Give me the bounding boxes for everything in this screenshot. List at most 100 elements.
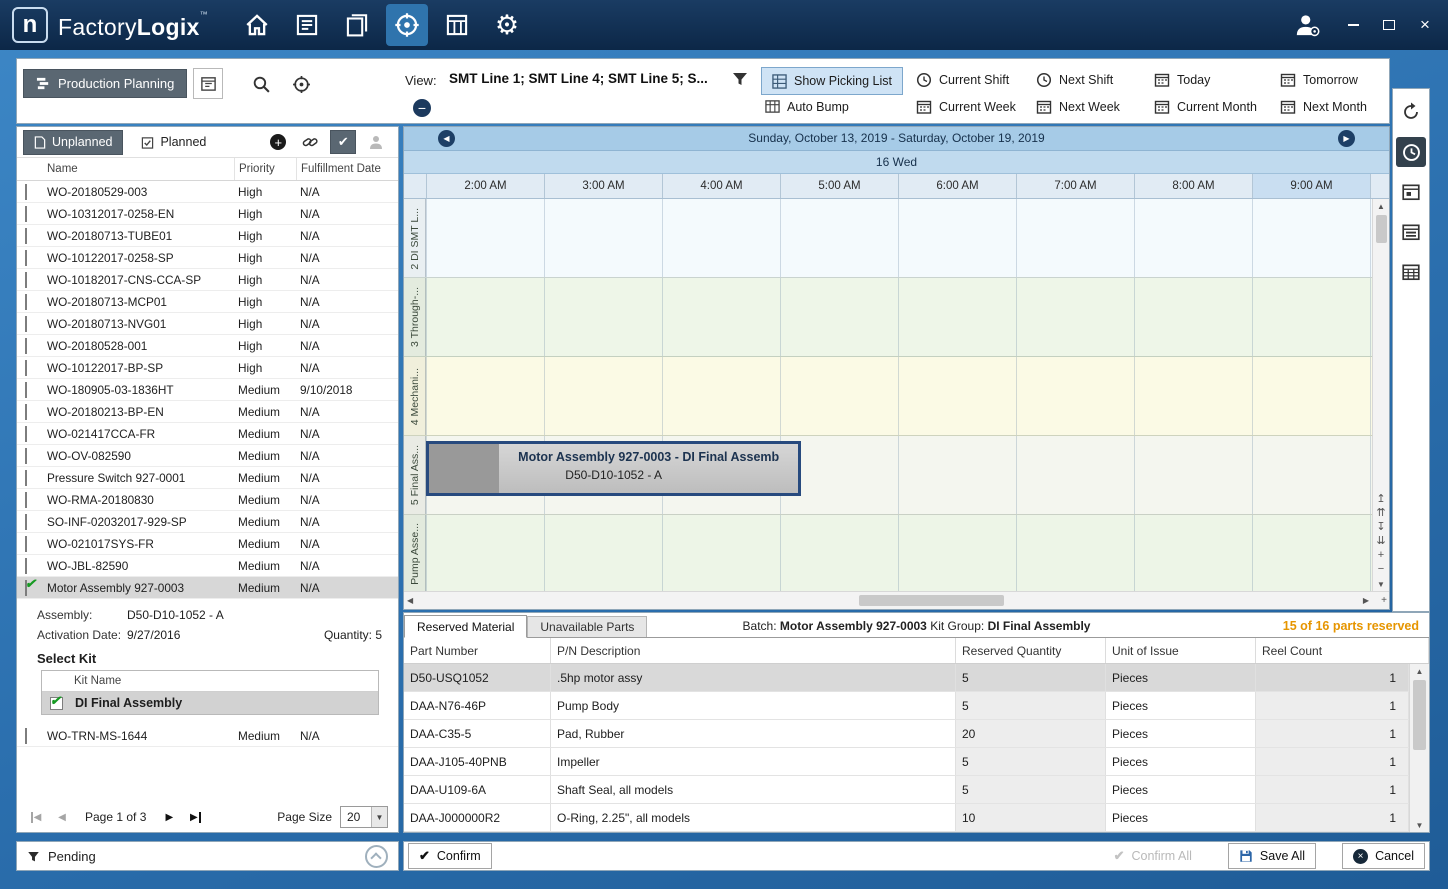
scroll-right-icon[interactable]: ▶ (1363, 594, 1369, 608)
material-scrollbar[interactable]: ▲ ▼ (1409, 664, 1429, 832)
range-button[interactable]: Next Shift (1035, 67, 1145, 92)
zoom-in-icon[interactable]: + (1381, 595, 1387, 606)
gantt-lane-body[interactable] (426, 278, 1372, 356)
confirm-button[interactable]: ✔ Confirm (408, 843, 492, 869)
tab-reserved-material[interactable]: Reserved Material (404, 615, 527, 638)
column-description[interactable]: P/N Description (551, 638, 956, 663)
next-page-icon[interactable]: ▶ (160, 809, 178, 825)
work-order-row[interactable]: WO-TRN-MS-1644 Medium N/A (17, 725, 398, 747)
scroll-to-top-icon[interactable]: ↥ (1376, 494, 1385, 505)
target-icon[interactable] (289, 72, 313, 96)
page-down-icon[interactable]: ⇊ (1376, 536, 1385, 547)
search-icon[interactable] (249, 72, 273, 96)
month-view-icon[interactable] (1396, 257, 1426, 287)
gantt-lane-label[interactable]: 3 Through-... (404, 278, 426, 356)
column-name[interactable]: Name (43, 158, 234, 180)
planning-board-button[interactable] (193, 68, 223, 99)
work-order-row[interactable]: WO-JBL-82590 Medium N/A (17, 555, 398, 577)
week-view-icon[interactable] (1396, 217, 1426, 247)
minimize-button[interactable] (1342, 14, 1364, 36)
row-checkbox[interactable] (25, 360, 27, 376)
work-order-row[interactable]: WO-021017SYS-FR Medium N/A (17, 533, 398, 555)
column-priority[interactable]: Priority (234, 158, 296, 180)
column-fulfillment-date[interactable]: Fulfillment Date (296, 158, 398, 180)
row-checkbox[interactable] (25, 272, 27, 288)
refresh-icon[interactable] (1396, 97, 1426, 127)
range-button[interactable]: Current Month (1153, 94, 1271, 119)
settings-gear-icon[interactable]: ⚙ (486, 4, 528, 46)
scroll-up-icon[interactable]: ▲ (1416, 664, 1424, 678)
row-checkbox[interactable] (25, 470, 27, 486)
home-icon[interactable] (236, 4, 278, 46)
work-order-row[interactable]: WO-20180713-MCP01 High N/A (17, 291, 398, 313)
work-order-row[interactable]: WO-180905-03-1836HT Medium 9/10/2018 (17, 379, 398, 401)
row-checkbox-checked[interactable] (25, 580, 27, 596)
scroll-left-icon[interactable]: ◀ (407, 594, 413, 608)
work-order-row[interactable]: WO-10122017-BP-SP High N/A (17, 357, 398, 379)
tab-unavailable-parts[interactable]: Unavailable Parts (527, 616, 647, 637)
select-mode-icon[interactable]: ✔ (330, 130, 356, 154)
page-size-select[interactable]: 20 ▼ (340, 806, 388, 828)
time-column-header[interactable]: 9:00 AM (1252, 174, 1370, 199)
gantt-lane-label[interactable]: 2 DI SMT L... (404, 199, 426, 277)
time-column-header[interactable]: 7:00 AM (1016, 174, 1134, 199)
close-button[interactable]: × (1414, 14, 1436, 36)
filter-icon[interactable] (731, 70, 749, 93)
range-button[interactable]: Current Shift (915, 67, 1027, 92)
scroll-thumb[interactable] (1376, 215, 1387, 243)
row-checkbox[interactable] (25, 206, 27, 222)
work-order-row[interactable]: WO-RMA-20180830 Medium N/A (17, 489, 398, 511)
scroll-thumb[interactable] (1413, 680, 1426, 750)
column-unit-of-issue[interactable]: Unit of Issue (1106, 638, 1256, 663)
gantt-bar[interactable]: Motor Assembly 927-0003 - DI Final Assem… (426, 441, 801, 496)
production-planning-icon[interactable] (386, 4, 428, 46)
scroll-down-icon[interactable]: ▼ (1377, 577, 1385, 591)
collapse-icon[interactable]: − (413, 99, 431, 117)
work-order-row[interactable]: WO-10122017-0258-SP High N/A (17, 247, 398, 269)
work-order-row[interactable]: WO-20180213-BP-EN Medium N/A (17, 401, 398, 423)
user-settings-icon[interactable] (1286, 4, 1328, 46)
show-picking-list-button[interactable]: Show Picking List (761, 67, 903, 95)
time-column-header[interactable]: 8:00 AM (1134, 174, 1252, 199)
range-button[interactable]: Next Month (1279, 94, 1367, 119)
row-checkbox[interactable] (25, 294, 27, 310)
range-button[interactable]: Current Week (915, 94, 1027, 119)
time-column-header[interactable]: 5:00 AM (780, 174, 898, 199)
row-checkbox[interactable] (25, 728, 27, 744)
work-order-row-selected[interactable]: Motor Assembly 927-0003 Medium N/A (17, 577, 398, 599)
row-checkbox[interactable] (25, 514, 27, 530)
work-order-row[interactable]: WO-20180713-TUBE01 High N/A (17, 225, 398, 247)
scroll-to-bottom-icon[interactable]: ↧ (1376, 522, 1385, 533)
production-planning-button[interactable]: Production Planning (23, 69, 187, 98)
time-column-header[interactable]: 3:00 AM (544, 174, 662, 199)
previous-week-icon[interactable]: ◀ (438, 130, 455, 147)
row-checkbox[interactable] (25, 228, 27, 244)
row-checkbox[interactable] (25, 536, 27, 552)
shift-view-icon[interactable] (1396, 137, 1426, 167)
column-part-number[interactable]: Part Number (404, 638, 551, 663)
work-order-row[interactable]: WO-20180528-001 High N/A (17, 335, 398, 357)
row-checkbox[interactable] (25, 492, 27, 508)
view-value[interactable]: SMT Line 1; SMT Line 4; SMT Line 5; S... (449, 71, 708, 86)
gantt-horizontal-scrollbar[interactable]: ◀ ▶ + (404, 591, 1389, 609)
work-order-row[interactable]: WO-10312017-0258-EN High N/A (17, 203, 398, 225)
cancel-button[interactable]: × Cancel (1342, 843, 1425, 869)
gantt-lane-body[interactable] (426, 515, 1372, 593)
work-order-row[interactable]: Pressure Switch 927-0001 Medium N/A (17, 467, 398, 489)
zoom-out-icon[interactable]: − (1378, 564, 1384, 575)
day-view-icon[interactable] (1396, 177, 1426, 207)
maximize-button[interactable] (1378, 14, 1400, 36)
row-checkbox[interactable] (25, 338, 27, 354)
work-order-row[interactable]: WO-OV-082590 Medium N/A (17, 445, 398, 467)
material-row[interactable]: DAA-N76-46P Pump Body 5 Pieces 1 (404, 692, 1409, 720)
planning-board-icon[interactable] (286, 4, 328, 46)
add-icon[interactable]: + (266, 131, 290, 153)
gantt-lane-body[interactable] (426, 199, 1372, 277)
column-reserved-quantity[interactable]: Reserved Quantity (956, 638, 1106, 663)
tab-unplanned[interactable]: Unplanned (23, 130, 123, 155)
gantt-lane-body[interactable] (426, 357, 1372, 435)
row-checkbox[interactable] (25, 448, 27, 464)
gantt-lane-label[interactable]: 4 Mechani... (404, 357, 426, 435)
scroll-thumb[interactable] (859, 595, 1004, 606)
tab-planned[interactable]: Planned (131, 131, 216, 154)
